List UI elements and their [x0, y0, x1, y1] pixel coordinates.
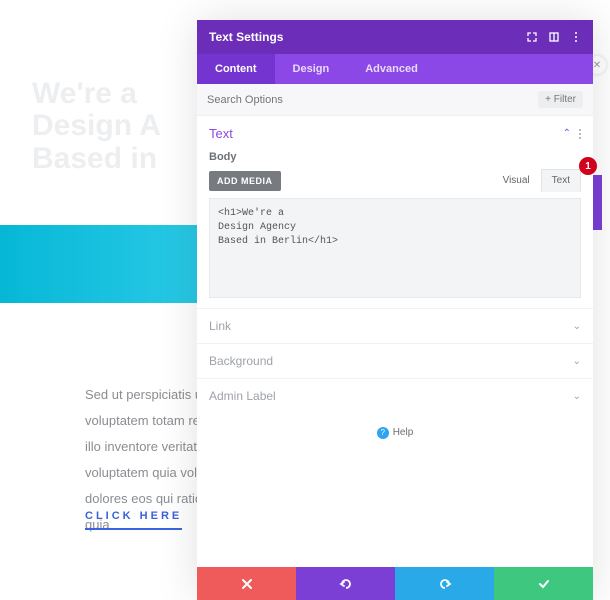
tab-advanced[interactable]: Advanced [347, 54, 436, 84]
bg-heading-line: Based in [32, 143, 161, 175]
annotation-badge: 1 [579, 157, 597, 175]
chevron-up-icon: ⌃ [563, 128, 571, 139]
editor-mode-tabs: Visual Text [492, 169, 581, 192]
cyan-decor [0, 225, 200, 303]
filter-button[interactable]: + Filter [538, 91, 583, 108]
chevron-down-icon: ⌄ [573, 391, 581, 402]
section-admin-label-text: Admin Label [209, 389, 573, 403]
chevron-down-icon: ⌄ [573, 321, 581, 332]
modal-title: Text Settings [209, 30, 283, 44]
section-link[interactable]: Link ⌄ [197, 308, 593, 343]
modal-titlebar[interactable]: Text Settings [197, 20, 593, 54]
tab-bar: Content Design Advanced [197, 54, 593, 84]
body-label: Body [197, 151, 593, 169]
tab-content[interactable]: Content [197, 54, 275, 84]
more-icon[interactable] [579, 129, 581, 139]
help-icon: ? [377, 427, 389, 439]
tab-visual[interactable]: Visual [492, 169, 541, 192]
bg-heading-line: Design A [32, 110, 161, 142]
code-textarea[interactable]: <h1>We're a Design Agency Based in Berli… [209, 198, 581, 298]
section-text-label: Text [209, 126, 563, 141]
editor-toolbar: ADD MEDIA Visual Text [197, 169, 593, 198]
expand-icon[interactable] [527, 32, 537, 42]
bg-heading-line: We're a [32, 78, 161, 110]
section-text-header[interactable]: Text ⌃ [197, 116, 593, 151]
search-bar: + Filter [197, 84, 593, 116]
bg-heading: We're a Design A Based in [32, 78, 161, 175]
tab-text[interactable]: Text [541, 169, 581, 192]
help-label: Help [393, 427, 414, 438]
help-row[interactable]: ? Help [197, 413, 593, 567]
text-settings-modal: Text Settings Content Design Advanced + … [197, 20, 593, 600]
tab-design[interactable]: Design [275, 54, 348, 84]
add-media-button[interactable]: ADD MEDIA [209, 171, 281, 191]
more-icon[interactable] [571, 32, 581, 42]
section-background[interactable]: Background ⌄ [197, 343, 593, 378]
snap-icon[interactable] [549, 32, 559, 42]
section-background-label: Background [209, 354, 573, 368]
search-input[interactable] [207, 94, 538, 106]
chevron-down-icon: ⌄ [573, 356, 581, 367]
purple-decor [592, 175, 602, 230]
section-link-label: Link [209, 319, 573, 333]
section-admin-label[interactable]: Admin Label ⌄ [197, 378, 593, 413]
click-here-link[interactable]: CLICK HERE [85, 510, 182, 530]
